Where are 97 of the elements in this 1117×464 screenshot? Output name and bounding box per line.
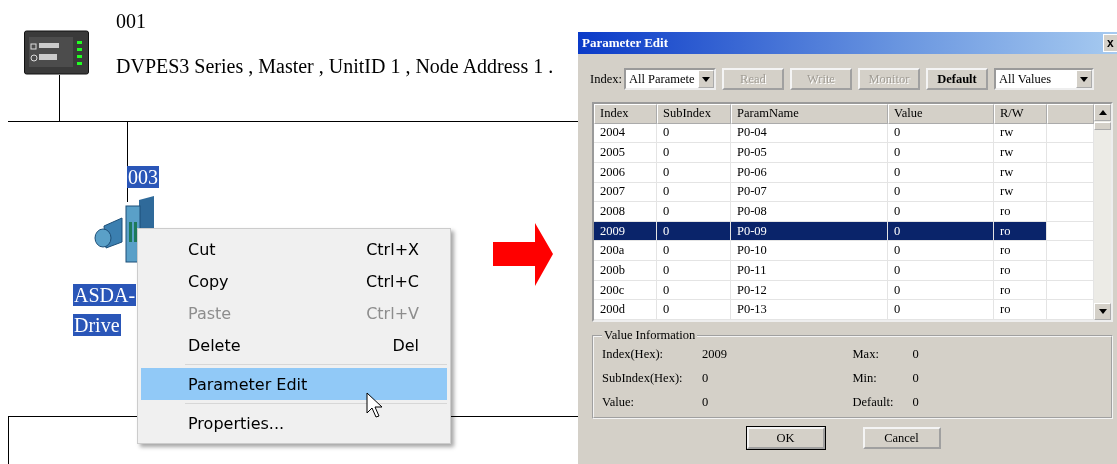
table-cell: P0-08 [731, 202, 888, 222]
table-cell: P0-05 [731, 143, 888, 163]
field-label: Index: [590, 71, 622, 87]
toolbar-button[interactable]: Default [925, 68, 988, 90]
group-title: Value Information [603, 328, 697, 343]
table-cell: ro [994, 280, 1047, 301]
table-cell: 0 [657, 143, 731, 163]
field-value: 0 [702, 394, 710, 410]
table-cell: rw [994, 123, 1047, 144]
table-cell: rw [994, 143, 1047, 163]
table-cell: 0 [657, 280, 731, 301]
table-cell: ro [994, 241, 1047, 262]
scrollbar-thumb[interactable] [1094, 122, 1111, 130]
table-cell: rw [994, 182, 1047, 203]
index-dropdown[interactable]: All Paramete [623, 68, 716, 90]
table-cell: 0 [657, 241, 731, 262]
table-cell: 0 [657, 300, 731, 321]
table-cell: 200b [594, 261, 657, 281]
device-name: ASDA- [73, 284, 137, 306]
column-header[interactable]: ParamName [731, 104, 888, 124]
table-cell: rw [994, 162, 1047, 183]
table-cell: 0 [657, 123, 731, 144]
table-cell: P0-10 [731, 241, 888, 262]
table-cell: ro [994, 300, 1047, 321]
menu-item[interactable]: Cut Ctrl+X [141, 233, 447, 265]
menu-item[interactable]: Delete Del [141, 329, 447, 361]
field-value: 0 [912, 370, 920, 386]
plc-controller-icon [24, 29, 91, 76]
table-cell: ro [994, 202, 1047, 222]
table-cell: 0 [888, 202, 994, 222]
table-cell: 0 [888, 143, 994, 163]
table-cell: P0-04 [731, 123, 888, 144]
column-header[interactable]: Index [594, 104, 657, 124]
table-cell: 0 [888, 261, 994, 281]
table-cell: P0-07 [731, 182, 888, 203]
table-cell: P0-06 [731, 162, 888, 183]
scroll-down-button[interactable] [1094, 303, 1111, 320]
field-value: 2009 [702, 346, 728, 362]
field-label: Value: [602, 394, 635, 410]
table-cell: 2005 [594, 143, 657, 163]
table-cell: 0 [888, 300, 994, 321]
down-arrow-icon [1098, 309, 1107, 314]
table-cell: 0 [657, 162, 731, 183]
table-cell: P0-12 [731, 280, 888, 301]
table-cell: 0 [888, 123, 994, 144]
table-cell: 2007 [594, 182, 657, 203]
scrollbar[interactable] [1094, 104, 1111, 320]
scroll-up-button[interactable] [1094, 104, 1111, 121]
table-cell: 0 [657, 202, 731, 222]
table-cell: 2009 [594, 221, 657, 242]
table-cell: ro [994, 221, 1047, 242]
field-label: Max: [852, 346, 880, 362]
field-label: Index(Hex): [602, 346, 665, 362]
column-header[interactable]: R/W [994, 104, 1047, 124]
table-cell: P0-11 [731, 261, 888, 281]
field-label: SubIndex(Hex): [602, 370, 684, 386]
column-header[interactable]: Value [888, 104, 994, 124]
close-button[interactable]: x [1103, 34, 1117, 52]
node-number: 003 [127, 166, 159, 188]
table-cell: 2004 [594, 123, 657, 144]
table-cell: 0 [888, 280, 994, 301]
menu-item[interactable]: Copy Ctrl+C [141, 265, 447, 297]
menu-item[interactable]: Parameter Edit [141, 368, 447, 400]
column-header[interactable]: SubIndex [657, 104, 731, 124]
table-cell: 0 [888, 241, 994, 262]
table-cell: 0 [657, 221, 731, 242]
filter-dropdown[interactable]: All Values [993, 68, 1094, 90]
table-cell: 0 [657, 182, 731, 203]
table-cell: 200c [594, 280, 657, 301]
table-cell: 0 [888, 182, 994, 203]
field-value: 0 [912, 346, 920, 362]
table-cell: 0 [888, 221, 994, 242]
window-title: Parameter Edit [582, 35, 669, 51]
field-label: Min: [852, 370, 878, 386]
table-cell: 0 [888, 162, 994, 183]
up-arrow-icon [1098, 110, 1107, 115]
dialog-button[interactable]: OK [746, 427, 825, 449]
table-cell: 2008 [594, 202, 657, 222]
mouse-cursor-icon [366, 392, 384, 419]
table-cell: P0-09 [731, 221, 888, 242]
table-cell: 0 [657, 261, 731, 281]
field-value: 0 [912, 394, 920, 410]
right-arrow-icon [493, 223, 553, 286]
node-number: 001 [115, 10, 147, 32]
menu-item[interactable]: Properties... [141, 407, 447, 439]
dialog-button[interactable]: Cancel [862, 427, 941, 449]
down-arrow-icon [1079, 76, 1088, 82]
device-name: Drive [73, 314, 121, 336]
table-cell: ro [994, 261, 1047, 281]
table-cell: 2006 [594, 162, 657, 183]
node-description: DVPES3 Series , Master , UnitID 1 , Node Address 1 . [115, 55, 555, 77]
field-label: Default: [852, 394, 895, 410]
table-cell: 200d [594, 300, 657, 321]
field-value: 0 [702, 370, 710, 386]
table-cell: 200a [594, 241, 657, 262]
down-arrow-icon [701, 76, 710, 82]
table-cell: P0-13 [731, 300, 888, 321]
